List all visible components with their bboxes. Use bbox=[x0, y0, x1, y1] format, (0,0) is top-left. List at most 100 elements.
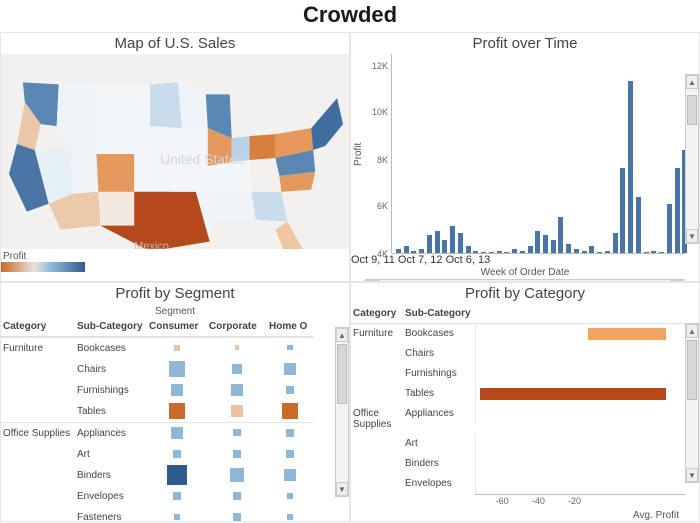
time-bar[interactable] bbox=[620, 168, 625, 253]
segment-subcategory-label[interactable]: Chairs bbox=[75, 359, 147, 380]
segment-subcategory-label[interactable]: Appliances bbox=[75, 422, 147, 444]
map-canvas[interactable]: United States Mexico bbox=[1, 54, 349, 249]
scroll-down-icon[interactable]: ▼ bbox=[336, 482, 348, 496]
state-mn[interactable] bbox=[150, 82, 182, 128]
time-bar[interactable] bbox=[512, 249, 517, 253]
segment-cell[interactable] bbox=[207, 359, 267, 379]
scroll-down-icon[interactable]: ▼ bbox=[686, 468, 698, 482]
category-subcategory-label[interactable]: Bookcases bbox=[403, 324, 475, 344]
category-bar[interactable] bbox=[588, 328, 666, 340]
segment-cell[interactable] bbox=[267, 444, 313, 464]
category-plot-cell[interactable] bbox=[475, 344, 685, 364]
time-bar[interactable] bbox=[520, 251, 525, 253]
segment-subcategory-label[interactable]: Furnishings bbox=[75, 380, 147, 401]
time-bar[interactable] bbox=[466, 246, 471, 253]
time-bar[interactable] bbox=[628, 81, 633, 253]
category-bar[interactable] bbox=[480, 388, 666, 400]
time-bar[interactable] bbox=[404, 246, 409, 253]
time-bar[interactable] bbox=[543, 235, 548, 253]
segment-cell[interactable] bbox=[267, 359, 313, 379]
time-bar[interactable] bbox=[651, 251, 656, 253]
time-bar[interactable] bbox=[504, 252, 509, 253]
segment-subcategory-label[interactable]: Bookcases bbox=[75, 337, 147, 359]
category-plot-cell[interactable] bbox=[475, 384, 685, 404]
time-bar[interactable] bbox=[435, 231, 440, 253]
segment-cell[interactable] bbox=[207, 507, 267, 522]
category-grid[interactable]: CategorySub-CategoryFurnitureBookcasesCh… bbox=[351, 304, 699, 510]
scroll-thumb[interactable] bbox=[337, 344, 347, 404]
category-subcategory-label[interactable]: Envelopes bbox=[403, 474, 475, 494]
time-bar[interactable] bbox=[442, 240, 447, 253]
time-bar[interactable] bbox=[558, 217, 563, 253]
state-oh[interactable] bbox=[250, 134, 276, 160]
category-subcategory-label[interactable]: Furnishings bbox=[403, 364, 475, 384]
segment-cell[interactable] bbox=[207, 337, 267, 357]
state-mt[interactable] bbox=[57, 84, 97, 126]
scroll-up-icon[interactable]: ▲ bbox=[686, 324, 698, 338]
time-bar[interactable] bbox=[659, 252, 664, 253]
time-bar[interactable] bbox=[396, 249, 401, 253]
time-bar[interactable] bbox=[574, 249, 579, 253]
category-subcategory-label[interactable]: Appliances bbox=[403, 404, 475, 434]
scroll-up-icon[interactable]: ▲ bbox=[686, 75, 698, 89]
category-subcategory-label[interactable]: Art bbox=[403, 434, 475, 454]
segment-cell[interactable] bbox=[267, 380, 313, 400]
segment-cell[interactable] bbox=[267, 401, 313, 421]
category-plot-cell[interactable] bbox=[475, 364, 685, 384]
state-nd-sd[interactable] bbox=[96, 84, 150, 126]
category-plot-cell[interactable] bbox=[475, 434, 685, 454]
segment-cell[interactable] bbox=[207, 422, 267, 442]
segment-subcategory-label[interactable]: Art bbox=[75, 444, 147, 465]
time-bar[interactable] bbox=[566, 244, 571, 253]
segment-cell[interactable] bbox=[147, 401, 207, 421]
time-bar[interactable] bbox=[427, 235, 432, 253]
segment-cell[interactable] bbox=[147, 486, 207, 506]
state-ne[interactable] bbox=[96, 126, 150, 154]
segment-subcategory-label[interactable]: Fasteners bbox=[75, 507, 147, 522]
time-bar[interactable] bbox=[675, 168, 680, 253]
state-nm[interactable] bbox=[98, 192, 134, 226]
scroll-thumb[interactable] bbox=[687, 340, 697, 400]
segment-cell[interactable] bbox=[147, 507, 207, 522]
time-bar[interactable] bbox=[582, 251, 587, 253]
category-plot-cell[interactable] bbox=[475, 474, 685, 494]
time-plot[interactable] bbox=[392, 54, 685, 254]
time-bar[interactable] bbox=[419, 249, 424, 253]
segment-cell[interactable] bbox=[267, 486, 313, 506]
category-subcategory-label[interactable]: Binders bbox=[403, 454, 475, 474]
category-plot-cell[interactable] bbox=[475, 404, 685, 424]
time-bar[interactable] bbox=[597, 252, 602, 253]
segment-cell[interactable] bbox=[147, 380, 207, 400]
time-bar[interactable] bbox=[644, 252, 649, 253]
segment-cell[interactable] bbox=[147, 422, 207, 442]
segment-grid[interactable]: CategorySub-CategoryConsumerCorporateHom… bbox=[1, 317, 349, 522]
segment-cell[interactable] bbox=[267, 507, 313, 522]
time-bar[interactable] bbox=[528, 246, 533, 253]
category-plot-cell[interactable] bbox=[475, 324, 685, 344]
scroll-track[interactable] bbox=[686, 338, 698, 468]
time-bar[interactable] bbox=[458, 233, 463, 253]
state-ut[interactable] bbox=[71, 148, 99, 194]
segment-cell[interactable] bbox=[207, 486, 267, 506]
time-bar[interactable] bbox=[589, 246, 594, 253]
segment-vscrollbar[interactable]: ▲ ▼ bbox=[335, 327, 349, 497]
time-bar[interactable] bbox=[481, 252, 486, 253]
segment-cell[interactable] bbox=[267, 337, 313, 357]
time-chart[interactable]: Profit 12K 10K 8K 6K 4K ▲ ▼ bbox=[351, 54, 699, 254]
category-vscrollbar[interactable]: ▲ ▼ bbox=[685, 323, 699, 483]
segment-cell[interactable] bbox=[147, 359, 207, 379]
segment-cell[interactable] bbox=[207, 444, 267, 464]
time-bar[interactable] bbox=[473, 251, 478, 253]
time-bar[interactable] bbox=[605, 251, 610, 253]
state-ga[interactable] bbox=[252, 192, 288, 222]
category-plot-cell[interactable] bbox=[475, 454, 685, 474]
segment-cell[interactable] bbox=[267, 422, 313, 442]
segment-cell[interactable] bbox=[147, 444, 207, 464]
segment-subcategory-label[interactable]: Envelopes bbox=[75, 486, 147, 507]
category-subcategory-label[interactable]: Chairs bbox=[403, 344, 475, 364]
time-bar[interactable] bbox=[497, 251, 502, 253]
scroll-track[interactable] bbox=[686, 89, 698, 229]
time-bar[interactable] bbox=[551, 240, 556, 253]
time-vscrollbar[interactable]: ▲ ▼ bbox=[685, 74, 699, 244]
segment-cell[interactable] bbox=[147, 337, 207, 357]
